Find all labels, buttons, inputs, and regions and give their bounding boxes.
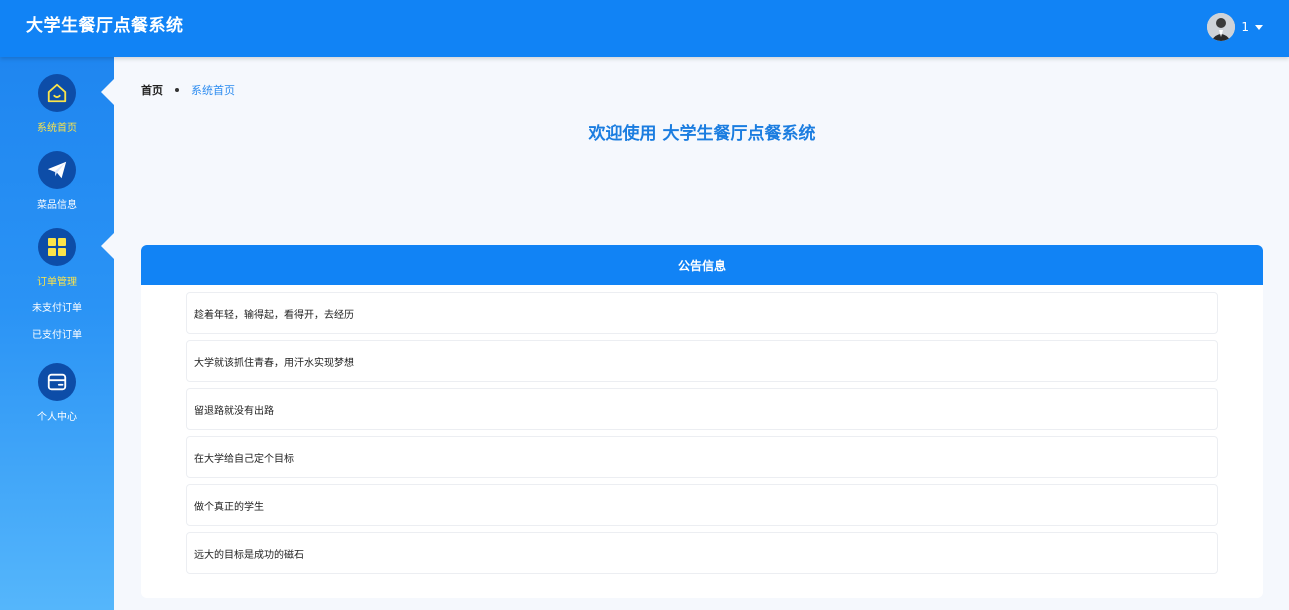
notice-panel-title: 公告信息 — [141, 245, 1263, 285]
avatar[interactable] — [1207, 13, 1236, 41]
chevron-down-icon[interactable] — [1255, 25, 1263, 30]
sidebar-item-dishes[interactable]: 菜品信息 — [0, 151, 114, 211]
notice-list: 趁着年轻，输得起，看得开，去经历 大学就该抓住青春，用汗水实现梦想 留退路就没有… — [186, 292, 1218, 580]
notice-item[interactable]: 大学就该抓住青春，用汗水实现梦想 — [186, 340, 1218, 382]
sidebar: 系统首页 菜品信息 订单管理 未支付订单 已支付订单 个人中心 — [0, 57, 114, 610]
active-indicator — [101, 233, 114, 259]
breadcrumb-home[interactable]: 首页 — [141, 82, 163, 98]
sidebar-item-label: 订单管理 — [37, 277, 77, 288]
wallet-icon — [38, 363, 76, 401]
user-menu[interactable]: 1 — [1207, 13, 1263, 41]
sidebar-item-label: 个人中心 — [37, 412, 77, 423]
welcome-title: 欢迎使用 大学生餐厅点餐系统 — [588, 124, 816, 144]
sidebar-subitem-paid-orders[interactable]: 已支付订单 — [0, 326, 114, 341]
breadcrumb: 首页 系统首页 — [141, 82, 235, 98]
home-icon — [38, 74, 76, 112]
active-indicator — [101, 79, 114, 105]
breadcrumb-separator — [175, 88, 179, 92]
sidebar-subitem-unpaid-orders[interactable]: 未支付订单 — [0, 299, 114, 314]
user-name: 1 — [1241, 20, 1249, 34]
sidebar-item-orders[interactable]: 订单管理 — [0, 228, 114, 288]
notice-item[interactable]: 在大学给自己定个目标 — [186, 436, 1218, 478]
notice-item[interactable]: 远大的目标是成功的磁石 — [186, 532, 1218, 574]
sidebar-item-label: 菜品信息 — [37, 200, 77, 211]
sidebar-item-profile[interactable]: 个人中心 — [0, 363, 114, 423]
app-title: 大学生餐厅点餐系统 — [26, 16, 184, 36]
notice-item[interactable]: 留退路就没有出路 — [186, 388, 1218, 430]
breadcrumb-current: 系统首页 — [191, 84, 235, 97]
paper-plane-icon — [38, 151, 76, 189]
sidebar-item-label: 系统首页 — [37, 123, 77, 134]
notice-item[interactable]: 做个真正的学生 — [186, 484, 1218, 526]
sidebar-item-home[interactable]: 系统首页 — [0, 74, 114, 134]
notice-panel: 公告信息 趁着年轻，输得起，看得开，去经历 大学就该抓住青春，用汗水实现梦想 留… — [141, 245, 1263, 598]
notice-item[interactable]: 趁着年轻，输得起，看得开，去经历 — [186, 292, 1218, 334]
top-header: 大学生餐厅点餐系统 1 — [0, 0, 1289, 57]
grid-icon — [38, 228, 76, 266]
